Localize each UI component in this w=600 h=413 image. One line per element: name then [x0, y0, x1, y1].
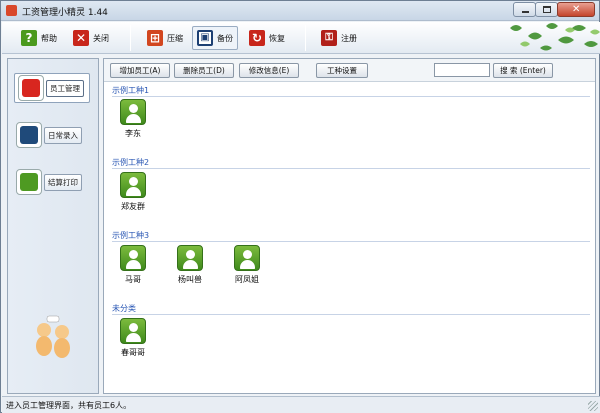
- app-icon: [6, 5, 17, 16]
- employee-icon: [120, 318, 146, 344]
- backup-button[interactable]: ▣ 备份: [192, 26, 238, 50]
- resize-grip-icon[interactable]: [588, 401, 598, 411]
- toolbar: ? 帮助 ✕ 关闭 ⊞ 压缩 ▣ 备份 ↻ 恢复 ⚿ 注册: [2, 22, 600, 54]
- maximize-button[interactable]: [535, 2, 558, 17]
- register-label: 注册: [341, 33, 357, 43]
- compress-icon: ⊞: [147, 30, 163, 46]
- restore-button[interactable]: ↻ 恢复: [244, 26, 290, 50]
- close-window-icon: ✕: [572, 4, 581, 15]
- minimize-button[interactable]: [513, 2, 536, 17]
- compress-button[interactable]: ⊞ 压缩: [142, 26, 188, 50]
- group-divider: [112, 168, 590, 169]
- search-input[interactable]: [434, 63, 490, 77]
- employee-item[interactable]: 李东: [113, 99, 153, 139]
- status-bar: 进入员工管理界面，共有员工6人。: [2, 396, 600, 413]
- status-text: 进入员工管理界面，共有员工6人。: [6, 401, 132, 410]
- leaves-decoration-icon: [510, 23, 600, 51]
- job-type-settings-button[interactable]: 工种设置: [316, 63, 368, 78]
- group-divider: [112, 96, 590, 97]
- employee-item[interactable]: 马哥: [113, 245, 153, 285]
- help-label: 帮助: [41, 33, 57, 43]
- sidebar-item-settlement-print[interactable]: 结算打印: [16, 167, 92, 197]
- app-window: 工资管理小精灵 1.44 ✕ ? 帮助 ✕ 关闭 ⊞ 压缩 ▣ 备份 ↻ 恢复: [0, 0, 600, 413]
- employee-name: 阿凤姐: [235, 275, 259, 284]
- close-window-button[interactable]: ✕: [557, 2, 595, 17]
- restore-icon: ↻: [249, 30, 265, 46]
- sidebar-item-daily-entry[interactable]: 日常录入: [16, 120, 92, 150]
- employee-item[interactable]: 春哥哥: [113, 318, 153, 358]
- employee-icon: [177, 245, 203, 271]
- window-controls: ✕: [513, 2, 595, 17]
- employee-name: 马哥: [125, 275, 141, 284]
- search-button[interactable]: 搜 索 (Enter): [493, 63, 553, 78]
- key-icon: ⚿: [321, 30, 337, 46]
- group-label: 示例工种3: [112, 231, 150, 240]
- help-icon: ?: [21, 30, 37, 46]
- sidebar-item-label: 员工管理: [46, 79, 84, 97]
- employee-item[interactable]: 阿凤姐: [227, 245, 267, 285]
- employee-item[interactable]: 郑友群: [113, 172, 153, 212]
- employee-icon: [120, 172, 146, 198]
- user-icon: [18, 75, 44, 101]
- group-divider: [112, 241, 590, 242]
- printer-icon: [16, 169, 42, 195]
- close-label: 关闭: [93, 33, 109, 43]
- group-label: 示例工种2: [112, 158, 150, 167]
- group-label: 未分类: [112, 304, 136, 313]
- restore-label: 恢复: [269, 33, 285, 43]
- employee-name: 郑友群: [121, 202, 145, 211]
- employee-name: 杨叫兽: [178, 275, 202, 284]
- sidebar: 员工管理 日常录入 结算打印: [7, 58, 99, 394]
- toolbar-separator: [305, 25, 306, 51]
- group-label: 示例工种1: [112, 86, 150, 95]
- employee-name: 春哥哥: [121, 348, 145, 357]
- employee-icon: [120, 99, 146, 125]
- employee-name: 李东: [125, 129, 141, 138]
- minimize-icon: [522, 11, 529, 13]
- title-bar: 工资管理小精灵 1.44 ✕: [1, 1, 599, 21]
- group-divider: [112, 314, 590, 315]
- pen-icon: [16, 122, 42, 148]
- employee-item[interactable]: 杨叫兽: [170, 245, 210, 285]
- window-title: 工资管理小精灵 1.44: [22, 8, 108, 18]
- action-bar: 增加员工(A) 删除员工(D) 修改信息(E) 工种设置 搜 索 (Enter): [104, 59, 595, 82]
- close-icon: ✕: [73, 30, 89, 46]
- close-button[interactable]: ✕ 关闭: [68, 26, 114, 50]
- employee-icon: [120, 245, 146, 271]
- compress-label: 压缩: [167, 33, 183, 43]
- employee-panel: 增加员工(A) 删除员工(D) 修改信息(E) 工种设置 搜 索 (Enter)…: [103, 58, 596, 394]
- register-button[interactable]: ⚿ 注册: [316, 26, 362, 50]
- toolbar-separator: [130, 25, 131, 51]
- backup-label: 备份: [217, 33, 233, 43]
- maximize-icon: [543, 6, 551, 13]
- sidebar-item-label: 结算打印: [44, 173, 82, 191]
- help-button[interactable]: ? 帮助: [16, 26, 62, 50]
- sidebar-item-employee-management[interactable]: 员工管理: [14, 73, 90, 103]
- delete-employee-button[interactable]: 删除员工(D): [174, 63, 234, 78]
- add-employee-button[interactable]: 增加员工(A): [110, 63, 170, 78]
- edit-info-button[interactable]: 修改信息(E): [239, 63, 299, 78]
- sidebar-item-label: 日常录入: [44, 126, 82, 144]
- backup-icon: ▣: [197, 30, 213, 46]
- mascot-icon: [36, 315, 70, 358]
- employee-icon: [234, 245, 260, 271]
